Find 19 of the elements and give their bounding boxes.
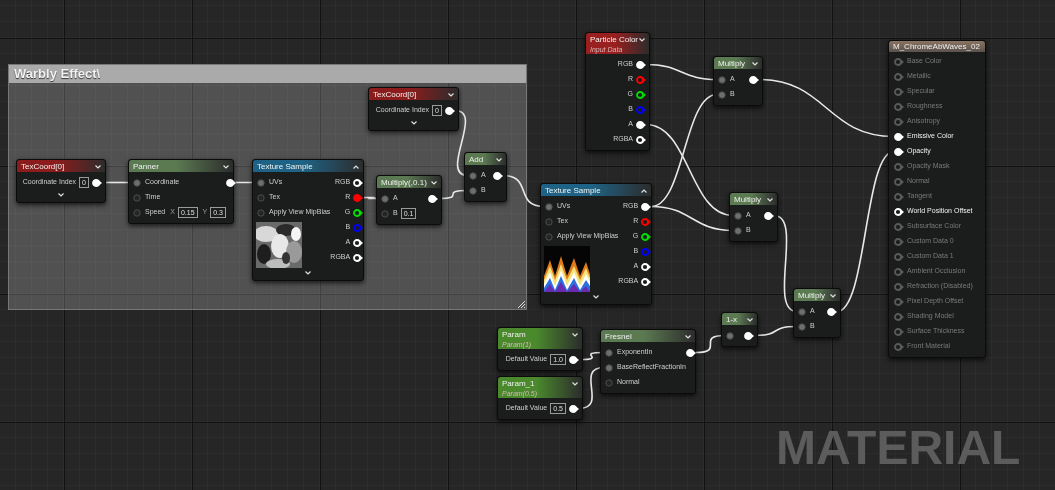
node-title: Add bbox=[469, 154, 484, 165]
node-title: Multiply bbox=[798, 290, 826, 301]
node-title: Particle Color bbox=[590, 34, 638, 45]
graph-node[interactable]: 1-x bbox=[721, 312, 758, 347]
node-title: Texture Sample bbox=[545, 185, 601, 196]
node-title: Multiply(,0.1) bbox=[381, 177, 427, 188]
node-title: Param bbox=[502, 329, 527, 340]
node-title: Fresnel bbox=[605, 331, 632, 342]
node-title: Texture Sample bbox=[257, 161, 313, 172]
node-title: Param_1 bbox=[502, 378, 536, 389]
node-title: Multiply bbox=[734, 194, 762, 205]
node-title: TexCoord[0] bbox=[373, 89, 417, 100]
node-title: Panner bbox=[133, 161, 159, 172]
node-title: TexCoord[0] bbox=[21, 161, 65, 172]
node-title: Multiply bbox=[718, 58, 746, 69]
node-title: 1-x bbox=[726, 314, 738, 325]
comment-title: Warbly Effect\ bbox=[14, 65, 101, 84]
graph-type-label: MATERIAL bbox=[776, 424, 1021, 472]
node-title: M_ChromeAbWaves_02 bbox=[893, 40, 980, 53]
